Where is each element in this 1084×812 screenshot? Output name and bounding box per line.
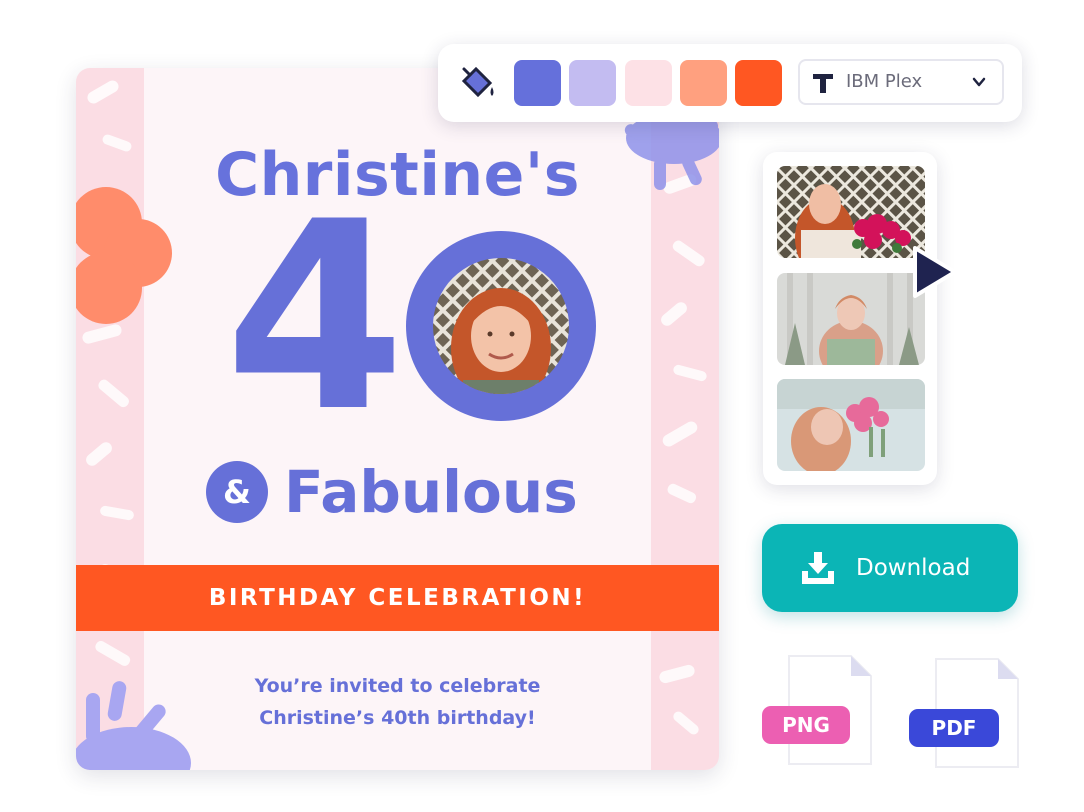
download-label: Download [856, 555, 971, 581]
swatch-pale-pink[interactable] [625, 60, 672, 106]
fabulous-heading: Fabulous [284, 458, 578, 526]
invite-line-2: Christine’s 40th birthday! [259, 707, 536, 729]
portrait-photo [433, 258, 569, 394]
swatch-orange[interactable] [735, 60, 782, 106]
download-tray-icon [802, 552, 834, 584]
thumbnail-smelling-flowers[interactable] [777, 379, 925, 471]
birthday-banner: BIRTHDAY CELEBRATION! [76, 565, 719, 631]
download-button[interactable]: Download [762, 524, 1018, 612]
color-font-toolbar: IBM Plex [438, 44, 1022, 122]
font-family-dropdown[interactable]: IBM Plex [798, 59, 1004, 105]
swatch-lavender[interactable] [569, 60, 616, 106]
fabulous-row: & Fabulous [206, 453, 626, 533]
invite-line-1: You’re invited to celebrate [254, 675, 541, 697]
video-thumbnail-strip [763, 152, 937, 485]
text-T-icon [813, 74, 833, 93]
ampersand-badge: & [206, 461, 268, 523]
png-format-badge: PNG [762, 706, 850, 744]
invitation-card: Christine's 4 & Fabulous BIRTHDAY CELEBR… [76, 68, 719, 770]
thumbnail-flowers[interactable] [777, 166, 925, 258]
swatch-indigo[interactable] [514, 60, 561, 106]
font-name-value: IBM Plex [846, 71, 923, 92]
chevron-down-icon [972, 77, 986, 87]
pdf-format-badge: PDF [909, 709, 999, 747]
thumbnail-portrait[interactable] [777, 273, 925, 365]
age-digit-four: 4 [224, 167, 406, 469]
invitation-text: You’re invited to celebrate Christine’s … [76, 670, 719, 734]
age-digit-zero-photo-frame [406, 231, 596, 421]
paint-bucket-icon[interactable] [458, 63, 498, 103]
play-icon[interactable] [909, 244, 959, 300]
swatch-peach[interactable] [680, 60, 727, 106]
